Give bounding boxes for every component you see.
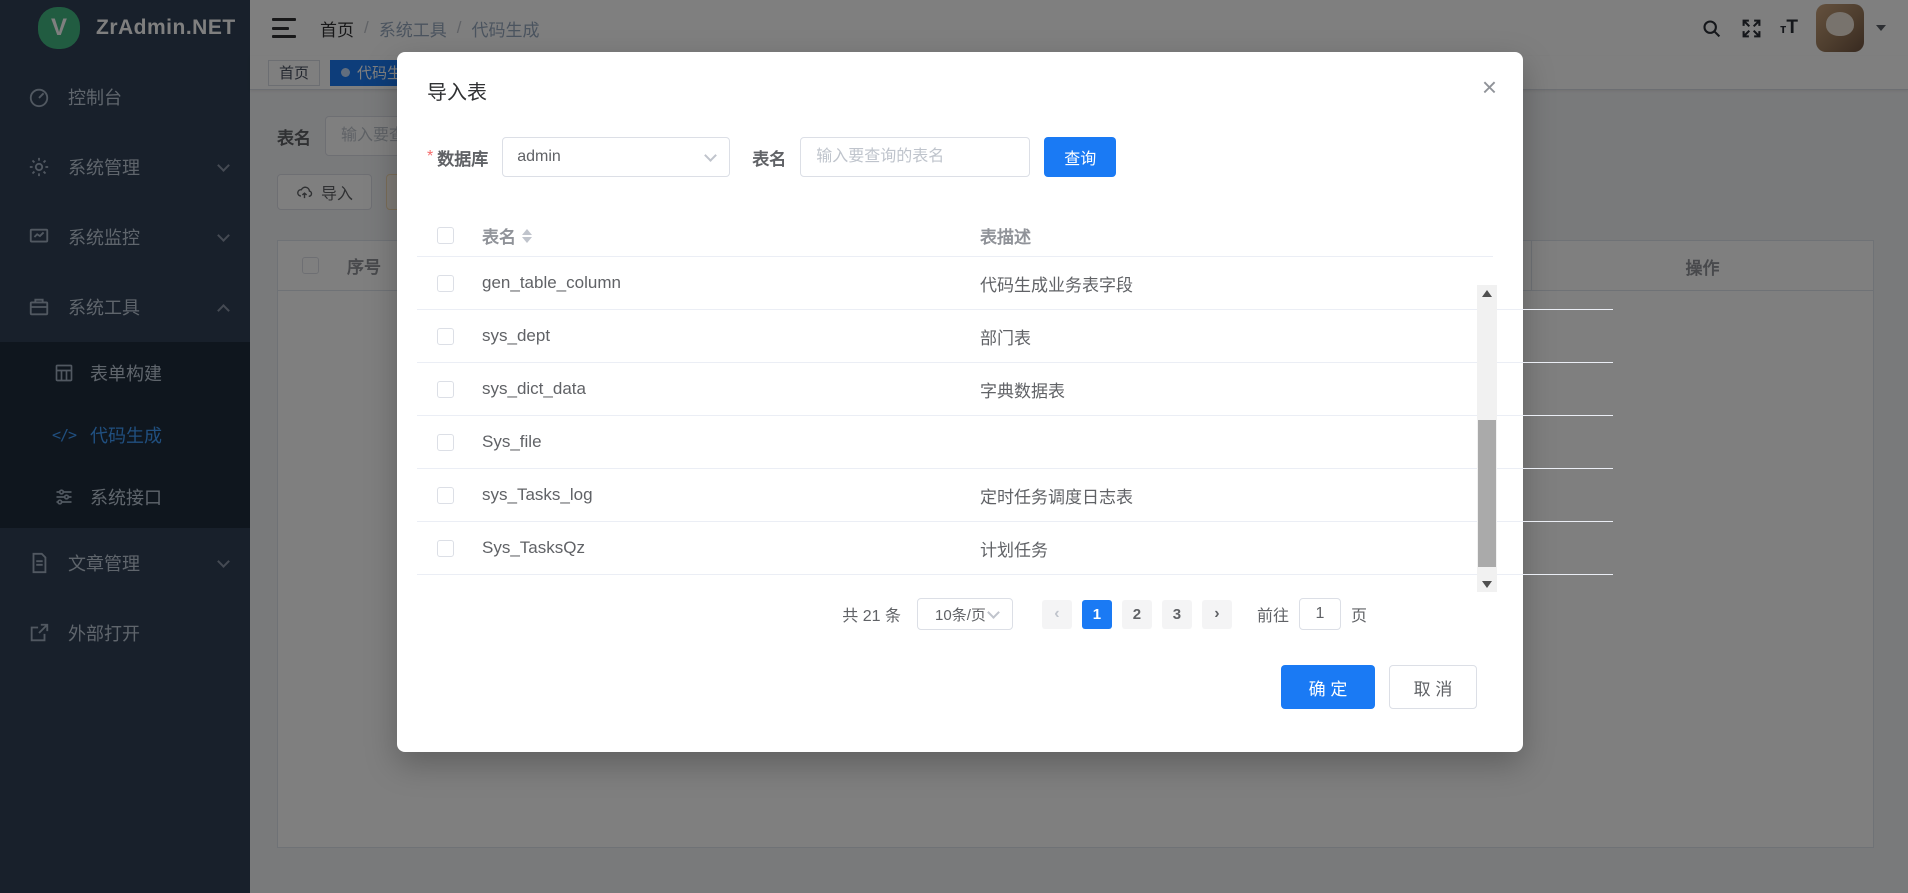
goto-label: 前往 [1257, 602, 1289, 626]
pagination-total: 共 21 条 [842, 602, 901, 626]
row-checkbox[interactable] [437, 275, 454, 292]
scrollbar-track[interactable] [1477, 301, 1497, 576]
goto-suffix: 页 [1351, 602, 1367, 626]
row-checkbox[interactable] [437, 381, 454, 398]
dialog-filter-form: * 数据库 admin 表名 查询 [397, 137, 1523, 177]
page-button-1[interactable]: 1 [1082, 600, 1112, 629]
page-size-value: 10条/页 [932, 604, 989, 625]
row-checkbox[interactable] [437, 487, 454, 504]
next-page-button[interactable]: › [1202, 600, 1232, 629]
table-row[interactable]: Sys_TasksQz 计划任务 [417, 522, 1613, 575]
table-row[interactable]: sys_dict_data 字典数据表 [417, 363, 1613, 416]
sort-carets-icon[interactable] [522, 229, 532, 243]
import-table-dialog: 导入表 × * 数据库 admin 表名 查询 表名 表描述 gen_table… [397, 52, 1523, 752]
table-desc-cell: 代码生成业务表字段 [980, 271, 1613, 296]
chevron-down-icon [704, 149, 717, 162]
desc-column-header: 表描述 [980, 223, 1493, 248]
table-name-cell: Sys_TasksQz [482, 538, 980, 558]
dialog-title: 导入表 [427, 76, 1493, 105]
modal-table-name-label: 表名 [752, 145, 786, 170]
table-name-cell: Sys_file [482, 432, 980, 452]
row-checkbox[interactable] [437, 540, 454, 557]
table-row[interactable]: sys_Tasks_log 定时任务调度日志表 [417, 469, 1613, 522]
scroll-up-icon[interactable] [1477, 285, 1497, 301]
table-name-cell: sys_dict_data [482, 379, 980, 399]
chevron-down-icon [987, 606, 1000, 619]
table-desc-cell: 定时任务调度日志表 [980, 483, 1613, 508]
prev-page-button[interactable]: ‹ [1042, 600, 1072, 629]
name-column-header[interactable]: 表名 [482, 223, 516, 248]
page-size-select[interactable]: 10条/页 [917, 598, 1013, 630]
table-desc-cell: 部门表 [980, 324, 1613, 349]
confirm-button[interactable]: 确 定 [1281, 665, 1375, 709]
modal-table-name-input[interactable] [800, 137, 1030, 177]
table-row[interactable]: Sys_file [417, 416, 1613, 469]
dialog-footer: 确 定 取 消 [397, 665, 1523, 709]
required-mark: * [427, 148, 433, 166]
row-checkbox[interactable] [437, 434, 454, 451]
dialog-header: 导入表 × [397, 52, 1523, 105]
scroll-down-icon[interactable] [1477, 576, 1497, 592]
scrollbar-thumb[interactable] [1478, 420, 1496, 567]
table-name-cell: sys_Tasks_log [482, 485, 980, 505]
search-button[interactable]: 查询 [1044, 137, 1116, 177]
dialog-pagination: 共 21 条 10条/页 ‹ 1 2 3 › 前往 页 [397, 598, 1523, 630]
page-button-2[interactable]: 2 [1122, 600, 1152, 629]
table-row[interactable]: sys_dept 部门表 [417, 310, 1613, 363]
dialog-table-body: gen_table_column 代码生成业务表字段 sys_dept 部门表 … [417, 257, 1613, 575]
cancel-button[interactable]: 取 消 [1389, 665, 1477, 709]
database-select-value: admin [517, 148, 706, 166]
table-name-cell: sys_dept [482, 326, 980, 346]
select-all-checkbox[interactable] [437, 227, 454, 244]
dialog-table-header: 表名 表描述 [417, 215, 1493, 257]
table-name-cell: gen_table_column [482, 273, 980, 293]
close-icon[interactable]: × [1482, 74, 1497, 100]
row-checkbox[interactable] [437, 328, 454, 345]
database-select[interactable]: admin [502, 137, 730, 177]
table-desc-cell: 计划任务 [980, 536, 1613, 561]
page-button-3[interactable]: 3 [1162, 600, 1192, 629]
table-row[interactable]: gen_table_column 代码生成业务表字段 [417, 257, 1613, 310]
goto-page-input[interactable] [1299, 598, 1341, 630]
table-desc-cell: 字典数据表 [980, 377, 1613, 402]
table-scrollbar[interactable] [1477, 285, 1497, 592]
dialog-table: 表名 表描述 gen_table_column 代码生成业务表字段 sys_de… [417, 215, 1493, 575]
database-label: 数据库 [437, 145, 488, 170]
